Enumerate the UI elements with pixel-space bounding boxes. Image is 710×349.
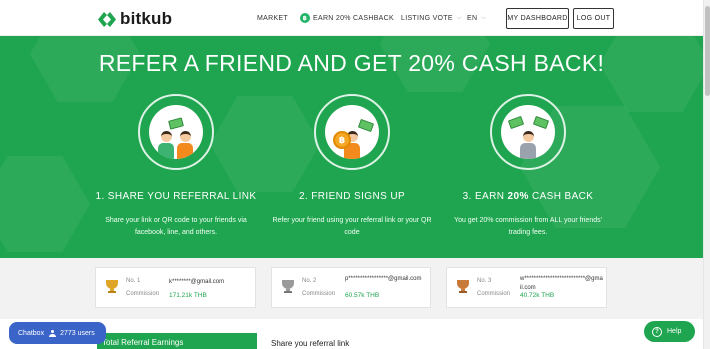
my-dashboard-button[interactable]: MY DASHBOARD [506, 8, 569, 29]
language-label: EN [467, 14, 478, 22]
bitkub-logo-icon [98, 11, 116, 27]
question-icon: ? [652, 326, 662, 337]
cash-icon [168, 117, 184, 130]
step-3-title-pre: 3. EARN [462, 191, 508, 202]
user-person-icon [177, 131, 193, 159]
nav-market[interactable]: MARKET [257, 0, 288, 36]
cashback-coin-icon: ฿ [300, 13, 310, 23]
top-navigation-bar: bitkub MARKET ฿ EARN 20% CASHBACK LISTIN… [0, 0, 703, 36]
rank-label: No. 1 [126, 278, 141, 284]
top-referrers-leaderboard: No. 1 Commission k********@gmail.com 171… [0, 258, 703, 319]
help-button[interactable]: ? Help [644, 321, 695, 342]
rank-label: No. 2 [302, 278, 317, 284]
chevron-down-icon: ⌵ [456, 14, 462, 21]
referrer-email: p*****************@gmail.com [345, 276, 422, 282]
step-1-illustration [138, 94, 214, 170]
page-scrollbar[interactable] [703, 0, 710, 349]
nav-earn-cashback[interactable]: ฿ EARN 20% CASHBACK [300, 0, 394, 36]
rank-label: No. 3 [477, 278, 492, 284]
step-share-link: 1. SHARE YOU REFERRAL LINK Share your li… [76, 94, 276, 239]
step-3-illustration [490, 94, 566, 170]
chevron-down-icon: ⌵ [481, 14, 487, 21]
logout-button[interactable]: LOG OUT [573, 8, 614, 29]
chatbox-label: Chatbox [18, 329, 45, 337]
step-1-description: Share your link or QR code to your frien… [105, 217, 247, 236]
coin-icon: ฿ [333, 131, 351, 149]
commission-amount: 171.21k THB [169, 292, 207, 299]
step-2-description: Refer your friend using your referral li… [272, 217, 432, 236]
commission-label: Commission [477, 291, 511, 297]
leaderboard-card-2: No. 2 Commission p*****************@gmai… [271, 267, 431, 308]
scrollbar-thumb[interactable] [705, 6, 710, 96]
hero-title: REFER A FRIEND AND GET 20% CASH BACK! [98, 50, 605, 76]
leaderboard-card-1: No. 1 Commission k********@gmail.com 171… [95, 267, 256, 308]
cash-icon [357, 118, 375, 133]
nav-listing-vote[interactable]: LISTING VOTE ⌵ [401, 0, 462, 36]
step-3-title-post: CASH BACK [528, 191, 594, 202]
referrer-email: w**************************@gmail.com [520, 276, 603, 291]
nav-market-label: MARKET [257, 14, 288, 22]
commission-label: Commission [302, 291, 336, 297]
step-3-title: 3. EARN 20% CASH BACK [428, 191, 628, 202]
step-3-title-percent: 20% [507, 191, 529, 202]
silver-trophy-icon [282, 280, 294, 294]
nav-earn-label: EARN 20% CASHBACK [313, 14, 394, 22]
bronze-trophy-icon [457, 280, 469, 294]
share-referral-link-title: Share you referral link [271, 339, 350, 348]
user-person-icon [520, 131, 536, 159]
step-1-title: 1. SHARE YOU REFERRAL LINK [95, 191, 257, 202]
gold-trophy-icon [106, 280, 118, 294]
total-referral-earnings-panel: Total Referral Earnings [97, 333, 257, 349]
commission-amount: 60.57k THB [345, 292, 380, 299]
friend-person-icon [158, 131, 174, 159]
chatbox-button[interactable]: Chatbox 2773 users [9, 322, 106, 344]
step-earn-cashback: 3. EARN 20% CASH BACK You get 20% commis… [428, 94, 628, 239]
step-3-description: You get 20% commission from ALL your fri… [454, 217, 602, 236]
language-selector[interactable]: EN ⌵ [467, 0, 486, 36]
brand-name: bitkub [120, 9, 173, 28]
step-friend-signs-up: ฿ 2. FRIEND SIGNS UP Refer your friend u… [252, 94, 452, 239]
nav-listing-label: LISTING VOTE [401, 14, 453, 22]
bitkub-logo[interactable]: bitkub [97, 9, 172, 29]
commission-amount: 40.72k THB [520, 292, 555, 299]
step-2-title: 2. FRIEND SIGNS UP [298, 191, 406, 202]
referrer-email: k********@gmail.com [169, 279, 225, 285]
leaderboard-card-3: No. 3 Commission w**********************… [446, 267, 607, 308]
step-2-illustration: ฿ [314, 94, 390, 170]
commission-label: Commission [126, 291, 160, 297]
chatbox-user-count: 2773 users [60, 329, 95, 337]
referral-hero: REFER A FRIEND AND GET 20% CASH BACK! 1.… [0, 36, 703, 258]
users-icon [49, 329, 57, 337]
help-label: Help [667, 328, 682, 335]
cash-icon [532, 115, 550, 130]
cash-icon [507, 115, 525, 130]
